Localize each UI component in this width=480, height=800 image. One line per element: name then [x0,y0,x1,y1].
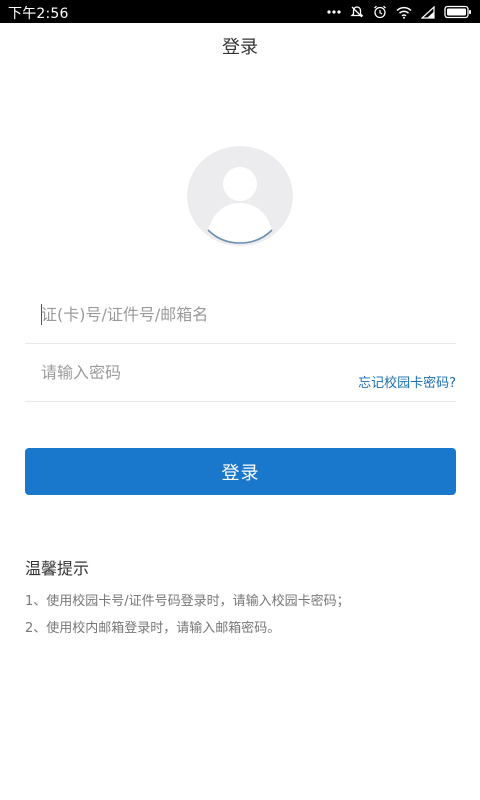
tip-item: 2、使用校内邮箱登录时，请输入邮箱密码。 [25,621,281,636]
text-cursor [41,304,42,325]
account-field [25,287,456,344]
wifi-icon [396,6,412,19]
more-dots-icon [327,9,341,15]
forgot-password-link[interactable]: 忘记校园卡密码? [358,372,456,391]
default-avatar-icon [187,146,293,246]
mute-icon [350,5,364,19]
login-button[interactable]: 登录 [25,448,456,495]
tips-title: 温馨提示 [25,559,90,578]
page-title: 登录 [222,37,258,58]
tip-item: 1、使用校园卡号/证件号码登录时，请输入校园卡密码； [25,594,350,609]
status-time: 下午2:56 [8,6,69,22]
status-bar: 下午2:56 [0,0,480,23]
password-field: 忘记校园卡密码? [25,345,456,402]
status-icons [327,3,472,21]
battery-icon [444,5,472,19]
account-input[interactable] [41,299,341,329]
signal-icon [421,5,435,19]
password-input[interactable] [41,357,341,387]
alarm-icon [373,5,387,19]
login-page: 登录 忘记校园卡密码? 登录 温馨提示 1、使用校园卡号/证件号码登录时，请输入… [0,23,480,800]
